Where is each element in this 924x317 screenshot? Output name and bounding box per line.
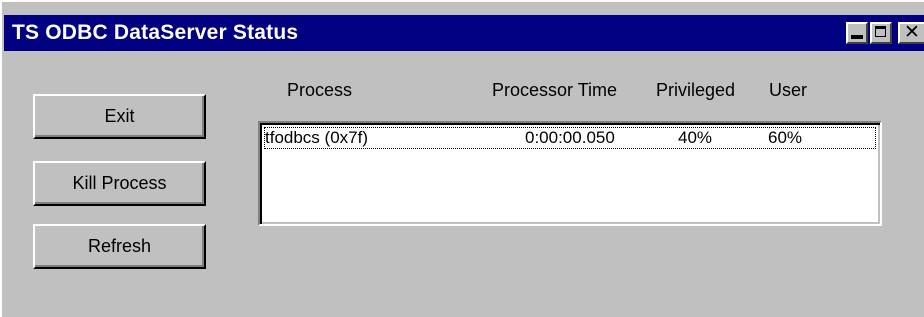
process-name-cell: tfodbcs (0x7f) [265, 128, 368, 147]
list-item[interactable]: tfodbcs (0x7f) 0:00:00.050 40% 60% [264, 127, 876, 149]
window-title: TS ODBC DataServer Status [12, 21, 299, 44]
column-header-processor-time: Processor Time [492, 80, 618, 100]
column-header-user: User [769, 80, 808, 100]
kill-process-button[interactable]: Kill Process [33, 161, 206, 206]
column-header-privileged: Privileged [656, 80, 736, 100]
processor-time-cell: 0:00:00.050 [525, 128, 615, 147]
process-list[interactable]: tfodbcs (0x7f) 0:00:00.050 40% 60% [258, 121, 882, 226]
refresh-button[interactable]: Refresh [33, 224, 206, 269]
close-icon: ✕ [904, 21, 920, 43]
dataserver-status-window: TS ODBC DataServer Status ✕ Exit Kill Pr… [0, 0, 924, 317]
column-header-process: Process [287, 80, 353, 100]
privileged-cell: 40% [678, 128, 713, 147]
user-cell: 60% [768, 128, 803, 147]
maximize-icon [875, 26, 886, 37]
minimize-button[interactable] [846, 22, 868, 44]
close-button[interactable]: ✕ [898, 21, 924, 44]
exit-button[interactable]: Exit [33, 94, 206, 139]
title-bar[interactable]: TS ODBC DataServer Status ✕ [4, 15, 924, 51]
maximize-button[interactable] [870, 22, 892, 44]
minimize-icon [851, 35, 863, 39]
